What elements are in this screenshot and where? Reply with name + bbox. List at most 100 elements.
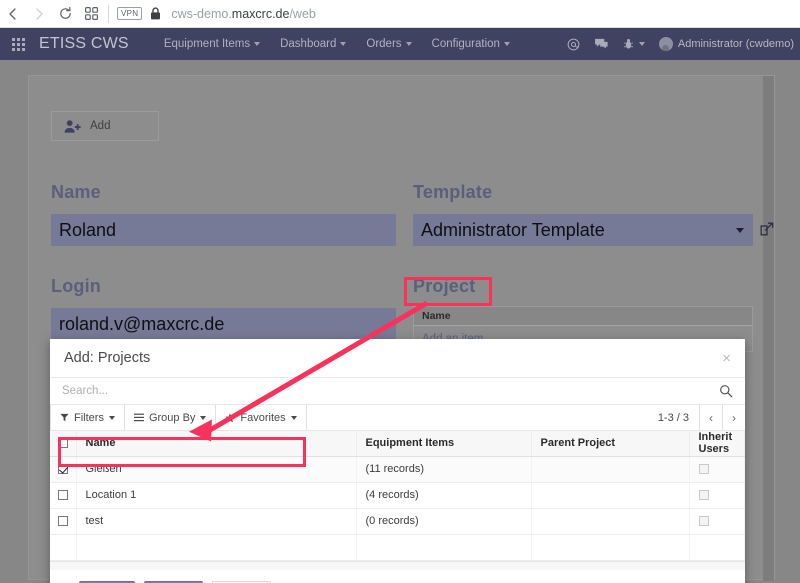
add-button[interactable]: Add [51, 111, 159, 141]
nav-label: Equipment Items [163, 38, 251, 50]
star-icon [225, 412, 236, 422]
page-scrollbar[interactable] [763, 76, 774, 581]
lock-icon[interactable] [150, 7, 161, 20]
group-by-label: Group By [148, 411, 196, 424]
navbar-menu: Equipment Items Dashboard Orders Configu… [164, 38, 510, 50]
filters-label: Filters [74, 411, 104, 424]
template-select[interactable]: Administrator Template [413, 214, 753, 246]
table-row[interactable]: Gießen (11 records) [50, 456, 745, 483]
name-input[interactable]: Roland [51, 214, 396, 246]
close-icon[interactable]: × [722, 351, 731, 366]
favorites-label: Favorites [240, 411, 286, 424]
reload-button[interactable] [52, 1, 78, 27]
chevron-down-icon [638, 42, 645, 46]
select-all-checkbox[interactable] [58, 438, 68, 449]
pager-count: 1-3 / 3 [657, 411, 689, 424]
row-checkbox[interactable] [58, 490, 68, 501]
filler-cell [531, 534, 690, 561]
label-name: Name [51, 182, 101, 202]
cell-inherit-users[interactable] [689, 482, 745, 509]
forward-button[interactable] [26, 1, 52, 27]
messages-icon[interactable] [594, 38, 609, 50]
cell-parent-project[interactable] [531, 456, 690, 483]
user-name-label: Administrator (cwdemo) [677, 38, 794, 50]
navbar-right: Administrator (cwdemo) [567, 37, 800, 51]
cell-name[interactable]: Gießen [76, 456, 357, 483]
cell-equipment-items[interactable]: (11 records) [356, 456, 532, 483]
user-menu[interactable]: Administrator (cwdemo) [658, 37, 794, 51]
toolbar-divider [108, 4, 109, 23]
dialog-footer: Select Create Cancel [50, 570, 745, 583]
label-template: Template [413, 182, 493, 202]
nav-item-orders[interactable]: Orders [366, 38, 412, 50]
browser-toolbar: VPN cws-demo.maxcrc.de/web [0, 0, 800, 28]
chevron-down-icon [290, 415, 297, 420]
cell-equipment-items[interactable]: (0 records) [356, 508, 532, 535]
chevron-down-icon [200, 415, 207, 420]
chevron-down-icon [405, 41, 412, 46]
inherit-users-checkbox [698, 490, 709, 501]
project-column-name: Name [413, 306, 753, 326]
brand-title[interactable]: ETISS CWS [39, 35, 129, 53]
cell-parent-project[interactable] [531, 482, 690, 509]
add-projects-dialog: Add: Projects × Search... Filters Group … [50, 339, 745, 583]
row-select-cell[interactable] [50, 482, 77, 509]
row-checkbox[interactable] [58, 516, 68, 527]
cell-inherit-users[interactable] [689, 508, 745, 535]
column-name[interactable]: Name [76, 431, 357, 457]
dialog-header: Add: Projects × [50, 339, 745, 378]
chevron-down-icon [340, 41, 347, 46]
inherit-users-checkbox [698, 516, 709, 527]
dialog-search-row: Search... [50, 378, 745, 405]
row-select-cell[interactable] [50, 508, 77, 535]
table-filler-row [50, 534, 745, 561]
cell-name[interactable]: test [76, 508, 357, 535]
select-all-cell[interactable] [50, 431, 77, 457]
vpn-badge: VPN [117, 7, 143, 20]
add-button-label: Add [90, 120, 111, 132]
row-select-cell[interactable] [50, 456, 77, 483]
favorites-button[interactable]: Favorites [216, 405, 307, 430]
search-input[interactable]: Search... [62, 385, 719, 397]
chevron-down-icon [503, 41, 510, 46]
mention-icon[interactable] [567, 38, 580, 51]
user-plus-icon [64, 119, 81, 133]
funnel-icon [60, 413, 69, 422]
nav-item-equipment-items[interactable]: Equipment Items [163, 38, 261, 50]
search-icon[interactable] [719, 384, 733, 398]
filters-button[interactable]: Filters [50, 405, 125, 430]
cell-name[interactable]: Location 1 [76, 482, 357, 509]
nav-item-dashboard[interactable]: Dashboard [280, 38, 347, 50]
column-equipment-items[interactable]: Equipment Items [356, 431, 532, 457]
back-button[interactable] [0, 1, 26, 27]
cell-equipment-items[interactable]: (4 records) [356, 482, 532, 509]
projects-table: Name Equipment Items Parent Project Inhe… [50, 431, 745, 561]
filler-cell [76, 534, 357, 561]
cell-parent-project[interactable] [531, 508, 690, 535]
debug-bug-icon[interactable] [623, 38, 645, 50]
group-by-button[interactable]: Group By [124, 405, 217, 430]
nav-item-configuration[interactable]: Configuration [432, 38, 510, 50]
label-login: Login [51, 276, 101, 296]
column-parent-project[interactable]: Parent Project [531, 431, 690, 457]
pager-prev-button[interactable]: ‹ [699, 405, 722, 430]
table-row[interactable]: Location 1 (4 records) [50, 482, 745, 509]
url-domain: maxcrc.de [231, 6, 290, 21]
nav-label: Configuration [431, 38, 500, 50]
row-checkbox[interactable] [58, 464, 68, 475]
screen: VPN cws-demo.maxcrc.de/web ETISS CWS Equ… [0, 0, 800, 583]
chevron-down-icon [108, 415, 115, 420]
nav-label: Orders [366, 38, 402, 50]
apps-grid-icon[interactable] [12, 37, 25, 51]
cell-inherit-users[interactable] [689, 456, 745, 483]
external-link-icon[interactable] [759, 221, 775, 242]
grid-apps-icon[interactable] [78, 1, 104, 27]
dialog-control-row: Filters Group By Favorites 1-3 / 3 ‹ › [50, 405, 745, 431]
login-input[interactable]: roland.v@maxcrc.de [51, 308, 396, 340]
list-icon [133, 413, 144, 422]
column-inherit-users[interactable]: Inherit Users [689, 431, 745, 457]
table-footer-strip [50, 560, 745, 570]
address-bar[interactable]: cws-demo.maxcrc.de/web [171, 7, 316, 21]
pager-next-button[interactable]: › [722, 405, 745, 430]
table-row[interactable]: test (0 records) [50, 508, 745, 535]
